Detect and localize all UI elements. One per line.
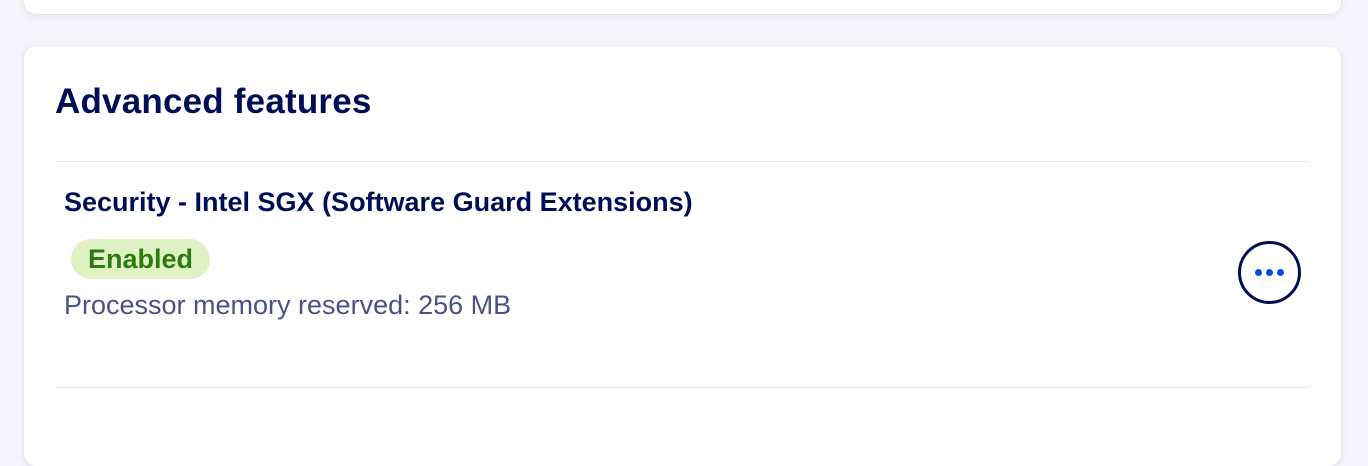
section-title: Advanced features xyxy=(55,82,372,121)
more-horizontal-icon xyxy=(1277,269,1284,276)
previous-card xyxy=(24,0,1341,14)
status-badge: Enabled xyxy=(71,239,211,279)
more-horizontal-icon xyxy=(1255,269,1262,276)
more-horizontal-icon xyxy=(1266,269,1273,276)
advanced-features-card: Advanced features Security - Intel SGX (… xyxy=(24,46,1341,466)
feature-detail: Processor memory reserved: 256 MB xyxy=(64,290,512,320)
divider xyxy=(56,387,1310,388)
more-actions-button[interactable] xyxy=(1238,241,1301,304)
divider xyxy=(56,161,1310,162)
feature-name: Security - Intel SGX (Software Guard Ext… xyxy=(64,187,693,217)
